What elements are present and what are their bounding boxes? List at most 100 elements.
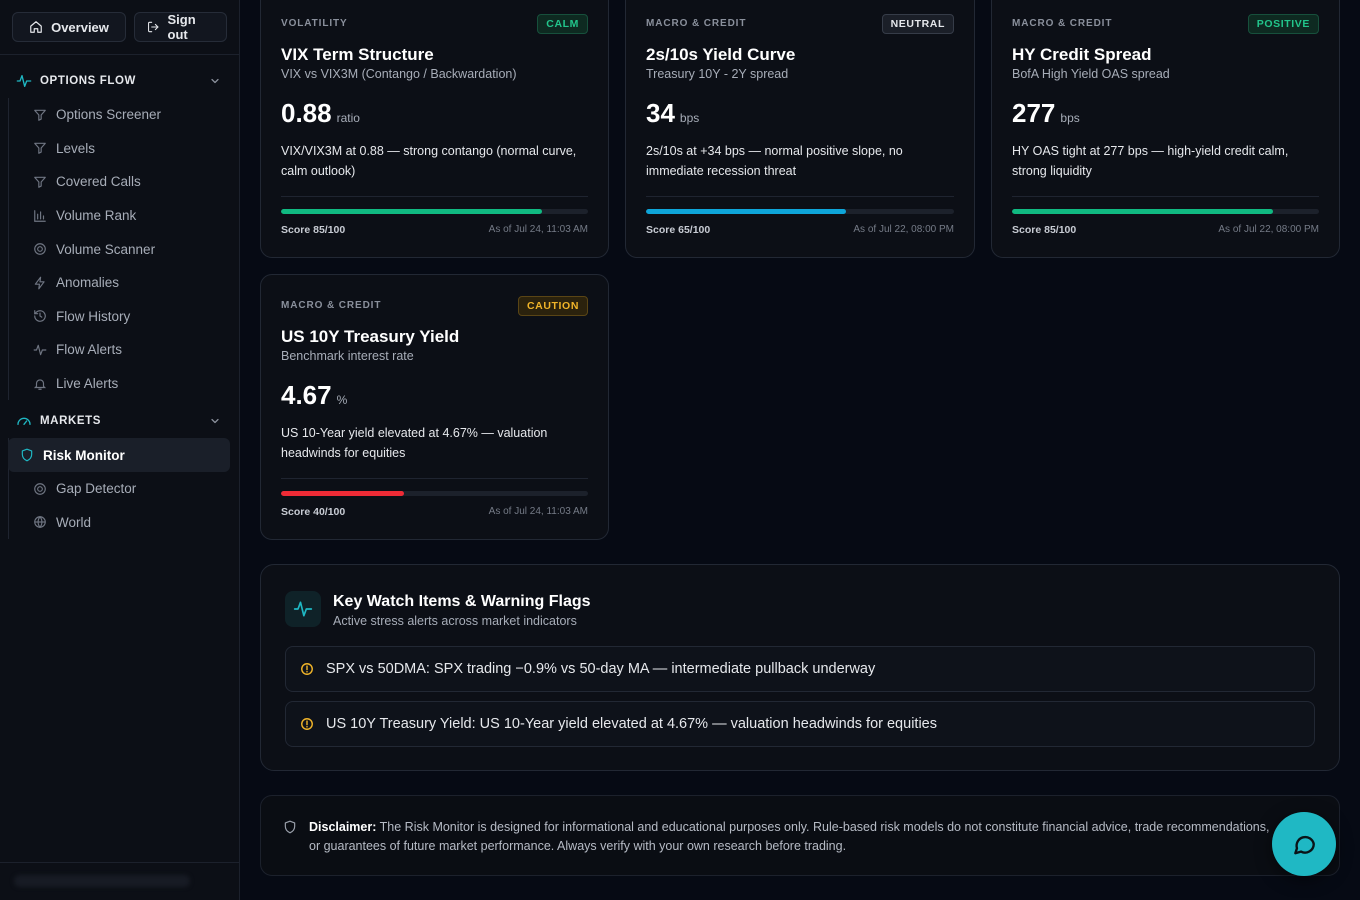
score-label: Score 65/100 [646, 224, 711, 236]
chevron-down-icon [211, 419, 219, 424]
chevron-down-icon [211, 78, 219, 84]
watch-title: Key Watch Items & Warning Flags [333, 593, 591, 610]
disclaimer-label: Disclaimer: [309, 820, 377, 834]
score-label: Score 85/100 [281, 224, 346, 236]
card-divider [281, 478, 588, 479]
warning-item[interactable]: SPX vs 50DMA: SPX trading −0.9% vs 50-da… [285, 646, 1315, 692]
markets-nav: Risk Monitor Gap Detector World [8, 438, 239, 540]
card-category: MACRO & CREDIT [281, 300, 382, 311]
disclaimer-text: The Risk Monitor is designed for informa… [309, 820, 1270, 853]
card-category: VOLATILITY [281, 18, 348, 29]
score-bar [281, 209, 588, 214]
card-value: 34 bps [646, 98, 699, 129]
score-label: Score 40/100 [281, 506, 346, 518]
disclaimer: Disclaimer: The Risk Monitor is designed… [260, 795, 1340, 876]
bar-chart-icon [34, 209, 46, 222]
score-bar-fill [646, 209, 847, 214]
sidebar-item-flow-history[interactable]: Flow History [16, 300, 230, 334]
sidebar-item-gap-detector[interactable]: Gap Detector [16, 472, 230, 506]
zap-icon [34, 276, 45, 290]
sidebar-item-label: Gap Detector [56, 481, 137, 497]
sign-out-button[interactable]: Sign out [134, 12, 227, 42]
card-subtitle: Treasury 10Y - 2Y spread [646, 67, 789, 81]
value-unit: bps [1060, 111, 1080, 125]
section-markets[interactable]: MARKETS [0, 408, 239, 434]
card-subtitle: Benchmark interest rate [281, 349, 414, 363]
gauge-icon [17, 418, 31, 426]
overview-button[interactable]: Overview [12, 12, 126, 42]
sidebar-item-label: Live Alerts [56, 376, 119, 392]
section-options-flow-title: OPTIONS FLOW [40, 75, 136, 87]
pulse-icon [33, 344, 47, 356]
score-bar [281, 491, 588, 496]
options-flow-nav: Options Screener Levels Covered Calls Vo… [8, 98, 239, 401]
status-badge: NEUTRAL [881, 14, 954, 34]
shield-icon [21, 448, 33, 462]
value-number: 0.88 [281, 98, 332, 128]
sidebar-item-volume-scanner[interactable]: Volume Scanner [16, 232, 230, 266]
sidebar-item-label: Covered Calls [56, 174, 141, 190]
warning-item[interactable]: US 10Y Treasury Yield: US 10-Year yield … [285, 701, 1315, 747]
watch-icon-box [285, 591, 321, 627]
chat-button[interactable] [1272, 812, 1336, 876]
sidebar-item-world[interactable]: World [16, 506, 230, 540]
risk-card-vix-term-structure: VOLATILITY CALM VIX Term Structure VIX v… [260, 0, 609, 258]
risk-card-us-10y-yield: MACRO & CREDIT CAUTION US 10Y Treasury Y… [260, 274, 609, 540]
value-number: 34 [646, 98, 675, 128]
sidebar-top-actions: Overview Sign out [0, 0, 239, 55]
warning-text: US 10Y Treasury Yield: US 10-Year yield … [326, 716, 937, 732]
card-description: VIX/VIX3M at 0.88 — strong contango (nor… [281, 144, 577, 178]
as-of-timestamp: As of Jul 24, 11:03 AM [488, 506, 588, 517]
sidebar-item-live-alerts[interactable]: Live Alerts [16, 367, 230, 401]
score-bar-fill [1012, 209, 1273, 214]
as-of-timestamp: As of Jul 22, 08:00 PM [1218, 224, 1319, 235]
radar-icon [34, 243, 46, 256]
sidebar-item-options-screener[interactable]: Options Screener [16, 98, 230, 132]
history-icon [34, 310, 46, 323]
value-number: 277 [1012, 98, 1056, 128]
as-of-timestamp: As of Jul 22, 08:00 PM [853, 224, 954, 235]
status-badge: CAUTION [517, 296, 588, 316]
watch-items-panel: Key Watch Items & Warning Flags Active s… [260, 564, 1340, 771]
overview-label: Overview [51, 19, 109, 35]
card-title: 2s/10s Yield Curve [646, 45, 796, 64]
sidebar-item-flow-alerts[interactable]: Flow Alerts [16, 333, 230, 367]
blurred-user-info [14, 875, 190, 887]
card-description: US 10-Year yield elevated at 4.67% — val… [281, 426, 548, 460]
card-category: MACRO & CREDIT [646, 18, 747, 29]
card-divider [1012, 196, 1319, 197]
card-subtitle: BofA High Yield OAS spread [1012, 67, 1170, 81]
section-options-flow[interactable]: OPTIONS FLOW [0, 68, 239, 94]
bell-icon [33, 378, 47, 390]
alert-circle-icon [301, 663, 313, 675]
card-divider [646, 196, 954, 197]
radar-icon [34, 482, 46, 495]
card-category: MACRO & CREDIT [1012, 18, 1113, 29]
sidebar: Overview Sign out OPTIONS FLOW Options S… [0, 0, 240, 900]
main-content: VOLATILITY CALM VIX Term Structure VIX v… [240, 0, 1360, 900]
value-unit: ratio [336, 111, 360, 125]
home-icon [30, 21, 42, 33]
sidebar-item-label: Volume Scanner [56, 241, 156, 257]
card-divider [281, 196, 588, 197]
sidebar-item-label: World [56, 514, 92, 530]
card-description: HY OAS tight at 277 bps — high-yield cre… [1012, 144, 1289, 178]
card-subtitle: VIX vs VIX3M (Contango / Backwardation) [281, 67, 517, 81]
sidebar-item-risk-monitor[interactable]: Risk Monitor [8, 438, 230, 472]
card-title: US 10Y Treasury Yield [281, 327, 460, 346]
score-bar-fill [281, 209, 542, 214]
sidebar-item-label: Levels [56, 140, 96, 156]
sidebar-item-label: Volume Rank [56, 208, 137, 224]
sidebar-item-levels[interactable]: Levels [16, 132, 230, 166]
card-title: HY Credit Spread [1012, 45, 1152, 64]
sidebar-item-anomalies[interactable]: Anomalies [16, 266, 230, 300]
sidebar-footer [0, 862, 239, 900]
pulse-icon [293, 601, 313, 617]
risk-card-hy-credit-spread: MACRO & CREDIT POSITIVE HY Credit Spread… [991, 0, 1340, 258]
sidebar-item-volume-rank[interactable]: Volume Rank [16, 199, 230, 233]
chat-bubble-icon [1294, 835, 1315, 855]
sign-out-label: Sign out [167, 12, 196, 42]
card-value: 277 bps [1012, 98, 1080, 129]
sidebar-item-covered-calls[interactable]: Covered Calls [16, 165, 230, 199]
status-badge: POSITIVE [1247, 14, 1319, 34]
